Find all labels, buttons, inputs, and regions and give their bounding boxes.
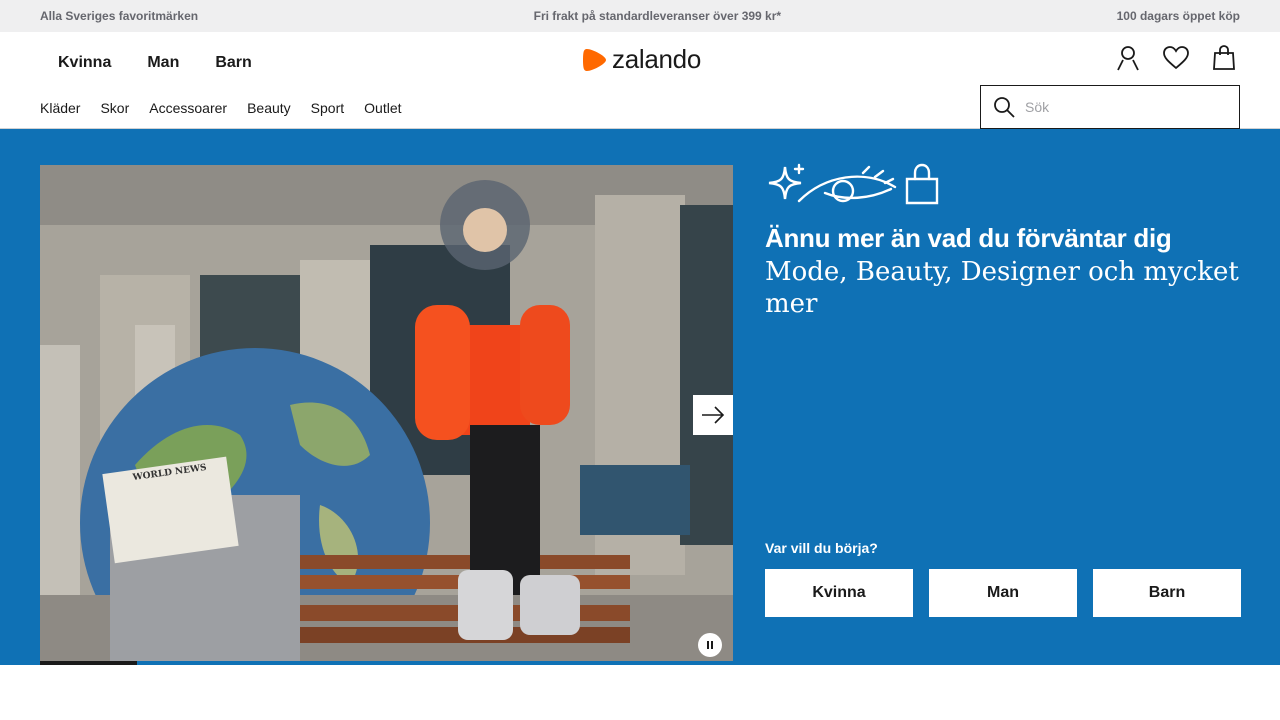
pause-icon xyxy=(707,641,713,649)
hero-button-barn[interactable]: Barn xyxy=(1093,569,1241,617)
heart-icon[interactable] xyxy=(1160,42,1192,74)
category-accessoarer[interactable]: Accessoarer xyxy=(149,100,227,116)
hero-button-kvinna[interactable]: Kvinna xyxy=(765,569,913,617)
category-klader[interactable]: Kläder xyxy=(40,100,80,116)
arrow-right-icon xyxy=(702,406,725,424)
header-icons xyxy=(1112,42,1240,74)
carousel-progress xyxy=(40,661,733,665)
bag-icon[interactable] xyxy=(1208,42,1240,74)
logo-mark-icon xyxy=(583,48,606,71)
eye-icon xyxy=(797,165,897,203)
category-skor[interactable]: Skor xyxy=(100,100,129,116)
gender-nav: Kvinna Man Barn xyxy=(40,50,270,76)
hero-button-man[interactable]: Man xyxy=(929,569,1077,617)
zalando-logo[interactable]: zalando xyxy=(582,44,701,75)
user-icon[interactable] xyxy=(1112,42,1144,74)
gender-nav-kvinna[interactable]: Kvinna xyxy=(40,50,129,76)
hero-headline: Ännu mer än vad du förväntar dig xyxy=(765,223,1172,253)
promo-center[interactable]: Fri frakt på standardleveranser över 399… xyxy=(534,9,781,23)
hero-icon-row xyxy=(765,163,945,212)
promo-right[interactable]: 100 dagars öppet köp xyxy=(1117,9,1240,23)
promo-bar: Alla Sveriges favoritmärken Fri frakt på… xyxy=(0,0,1280,32)
site-header: Kvinna Man Barn zalando Kläder Skor Acce… xyxy=(0,32,1280,129)
hero-image[interactable]: WORLD NEWS xyxy=(40,165,733,661)
hero-button-group: Kvinna Man Barn xyxy=(765,569,1241,617)
category-outlet[interactable]: Outlet xyxy=(364,100,401,116)
carousel-pause-button[interactable] xyxy=(698,633,722,657)
search-box[interactable] xyxy=(980,85,1240,129)
hero-subline: Mode, Beauty, Designer och mycket mer xyxy=(765,257,1239,319)
hero-banner: WORLD NEWS Ännu mer än vad du förväntar … xyxy=(0,129,1280,665)
carousel-progress-fill xyxy=(40,661,138,665)
hero-question: Var vill du börja? xyxy=(765,540,878,556)
promo-left[interactable]: Alla Sveriges favoritmärken xyxy=(40,9,198,23)
category-beauty[interactable]: Beauty xyxy=(247,100,291,116)
category-nav: Kläder Skor Accessoarer Beauty Sport Out… xyxy=(40,100,402,116)
shopping-bag-icon xyxy=(905,163,939,205)
search-icon xyxy=(994,97,1015,118)
search-input[interactable] xyxy=(1025,99,1225,115)
carousel-next-button[interactable] xyxy=(693,395,733,435)
gender-nav-man[interactable]: Man xyxy=(129,50,197,76)
gender-nav-barn[interactable]: Barn xyxy=(197,50,269,76)
category-sport[interactable]: Sport xyxy=(311,100,344,116)
logo-text: zalando xyxy=(612,44,701,74)
sparkle-icon xyxy=(768,163,805,200)
